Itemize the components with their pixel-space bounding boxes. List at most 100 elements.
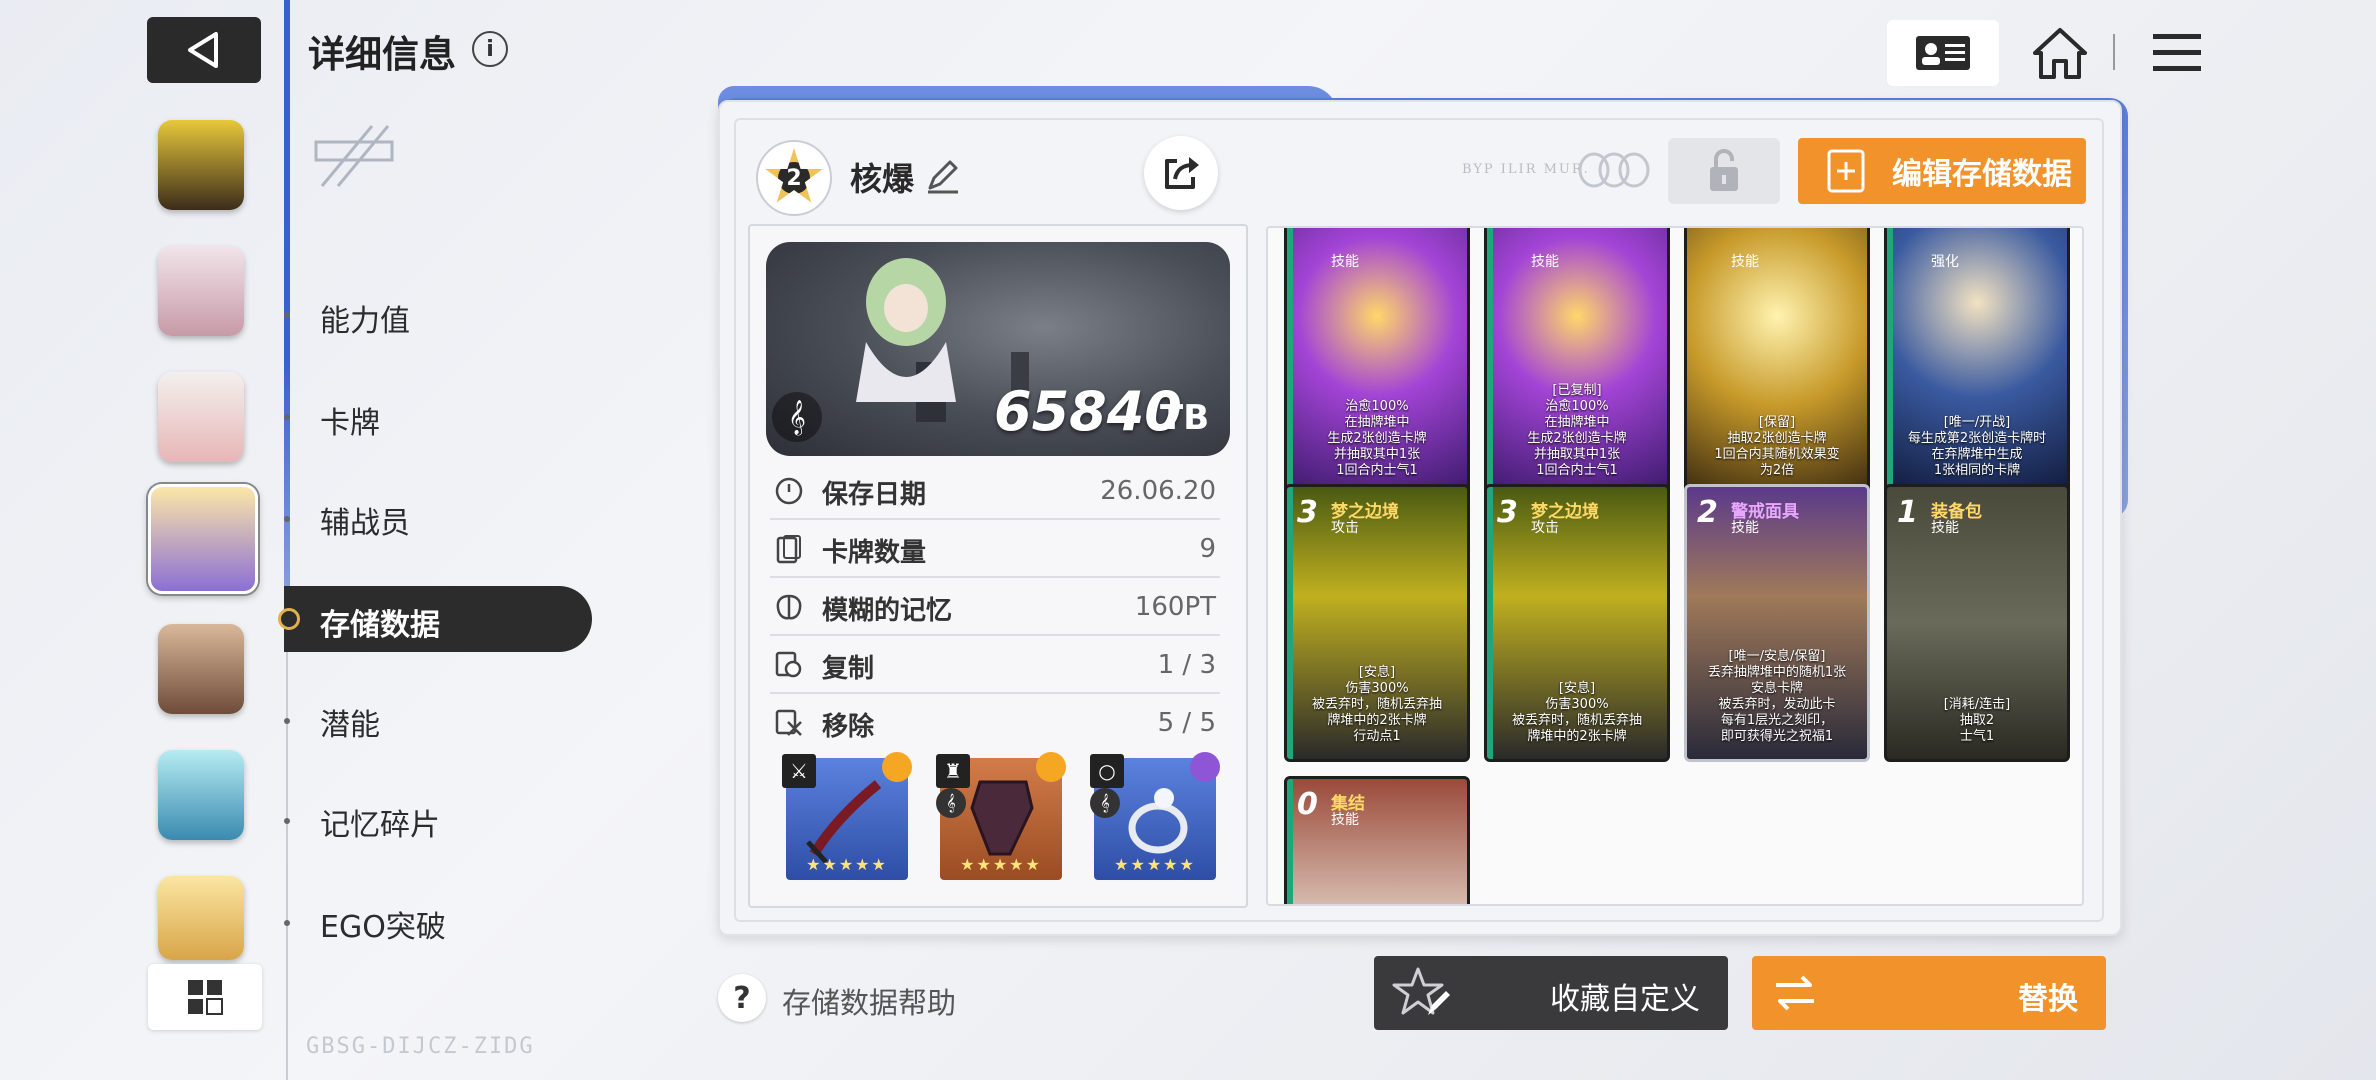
header-separator [2113,34,2115,70]
stat-label: 卡牌数量 [822,538,927,568]
rings-decoration-icon [1576,150,1652,190]
card[interactable]: 技能 治愈100% 在抽牌堆中 生成2张创造卡牌 并抽取其中1张 1回合内士气1 [1284,228,1470,496]
brain-icon [776,594,802,620]
edit-doc-icon [1827,149,1865,193]
equipment-stars: ★★★★★ [806,855,888,874]
nav-item-ego-breakthrough[interactable]: EGO突破 [320,902,446,946]
cards-icon [776,535,801,564]
share-icon [1165,157,1199,189]
nav-item-stats[interactable]: 能力值 [320,296,410,340]
character-portrait-2[interactable] [158,246,244,336]
card[interactable]: 3 梦之边境 攻击 [安息] 伤害300% 被丢弃时，随机丢弃抽 牌堆中的2张卡… [1284,484,1470,762]
home-icon [2033,28,2087,79]
back-button[interactable] [147,17,261,83]
rename-pencil-icon[interactable] [924,158,960,194]
deck-name: 核爆 [850,160,915,198]
favorite-custom-label: 收藏自定义 [1550,982,1700,1017]
character-portrait-selected[interactable] [148,484,258,594]
nav-active-indicator [278,608,300,630]
copy-icon [775,651,802,678]
equipment-armor[interactable]: ♜ 𝄞 ★★★★★ [936,752,1066,880]
stat-value: 5 / 5 [1157,708,1216,738]
nav-item-saved-data[interactable]: 存储数据 [320,600,440,644]
nav-item-potential[interactable]: 潜能 [320,700,380,744]
hamburger-menu-icon [2153,34,2201,71]
stat-value: 160PT [1134,592,1216,622]
card[interactable]: 强化 [唯一/开战] 每生成第2张创造卡牌时 在弃牌堆中生成 1张相同的卡牌 [1884,228,2070,496]
unlock-icon [1710,149,1738,191]
nav-dot [284,516,290,522]
clock-icon [775,477,803,505]
swap-label: 替换 [2018,982,2078,1017]
card-description: [消耗/连击] 抽取2 士气1 [1943,697,2011,744]
swap-icon [1776,975,1814,1011]
card[interactable]: 技能 [保留] 抽取2张创造卡牌 1回合内其随机效果变 为2倍 [1684,228,1870,496]
card-cost: 0 [1297,787,1318,822]
equipment-weapon[interactable]: ⚔ ★★★★★ [782,752,912,880]
character-portrait-5[interactable] [158,624,244,714]
grid-view-button[interactable] [148,964,262,1030]
deck-score-unit: TB [1160,398,1210,438]
nav-dot [284,920,290,926]
character-portrait-7[interactable] [158,876,244,960]
equipment-ring[interactable]: ○ 𝄞 ★★★★★ [1090,752,1220,880]
deck-level: 2 [778,162,810,194]
page-title: 详细信息 [308,33,456,76]
character-portrait-3[interactable] [158,372,244,462]
accent-divider [284,0,290,600]
edit-saved-data-label: 编辑存储数据 [1892,157,2072,192]
nav-dot [284,818,290,824]
card-type: 技能 [1931,520,1959,536]
nav-dot [284,718,290,724]
card[interactable]: 2 警戒面具 技能 [唯一/安息/保留] 丢弃抽牌堆中的随机1张 安息卡牌 被丢… [1684,484,1870,762]
card[interactable]: 1 装备包 技能 [消耗/连击] 抽取2 士气1 [1884,484,2070,762]
character-portrait-6[interactable] [158,750,244,840]
card-type: 技能 [1331,812,1359,828]
card-type: 攻击 [1331,520,1359,536]
card-type: 技能 [1731,254,1759,270]
nav-dot [284,414,290,420]
favorite-custom-button[interactable]: 收藏自定义 [1374,956,1728,1030]
stat-row-card-count: 卡牌数量 9 [770,520,1220,578]
card[interactable]: 3 梦之边境 攻击 [安息] 伤害300% 被丢弃时，随机丢弃抽 牌堆中的2张卡… [1484,484,1670,762]
card-description: [安息] 伤害300% 被丢弃时，随机丢弃抽 牌堆中的2张卡牌 [1511,681,1642,744]
swap-button[interactable]: 替换 [1752,956,2106,1030]
deck-level-badge: 2 [756,140,832,216]
grid-icon [188,980,223,1015]
card-cost: 3 [1297,495,1318,530]
faded-decor-text: BYP ILIR MUR. [1462,162,1590,177]
menu-button[interactable] [2142,20,2212,86]
nav-item-cards[interactable]: 卡牌 [320,398,380,442]
help-link[interactable]: 存储数据帮助 [782,980,956,1022]
card-description: [安息] 伤害300% 被丢弃时，随机丢弃抽 牌堆中的2张卡牌 行动点1 [1311,665,1442,744]
stat-value: 26.06.20 [1100,476,1216,506]
nav-dot [284,312,290,318]
edit-saved-data-button[interactable]: 编辑存储数据 [1798,138,2086,204]
card[interactable]: 技能 [已复制] 治愈100% 在抽牌堆中 生成2张创造卡牌 并抽取其中1张 1… [1484,228,1670,496]
remove-icon [775,709,802,736]
equipment-stars: ★★★★★ [1114,855,1196,874]
treble-clef-icon: 𝄞 [1090,788,1120,818]
nav-item-memory-fragments[interactable]: 记忆碎片 [320,800,440,844]
star-icon: 2 [765,148,823,203]
profile-card-button[interactable] [1887,20,1999,86]
nav-item-support[interactable]: 辅战员 [320,498,410,542]
card-rarity-strip [1287,779,1293,904]
card[interactable]: 0 集结 技能 [1284,776,1470,904]
deck-cards-area: 技能 治愈100% 在抽牌堆中 生成2张创造卡牌 并抽取其中1张 1回合内士气1… [1266,226,2084,906]
card-description: [唯一/安息/保留] 丢弃抽牌堆中的随机1张 安息卡牌 被丢弃时，发动此卡 每有… [1707,649,1847,744]
card-cost: 1 [1897,495,1918,530]
stat-value: 1 / 3 [1157,650,1216,680]
home-button[interactable] [2025,20,2095,86]
info-icon[interactable]: i [472,31,508,67]
stat-label: 移除 [822,712,875,742]
stat-row-remove: 移除 5 / 5 [770,694,1220,752]
character-portrait-1[interactable] [158,120,244,210]
treble-clef-icon: 𝄞 [772,392,822,442]
back-arrow-icon [188,32,218,68]
help-icon[interactable]: ? [718,974,766,1022]
lock-button[interactable] [1668,138,1780,204]
equipment-stars: ★★★★★ [960,855,1042,874]
share-button[interactable] [1144,136,1218,210]
stat-row-save-date: 保存日期 26.06.20 [770,462,1220,520]
